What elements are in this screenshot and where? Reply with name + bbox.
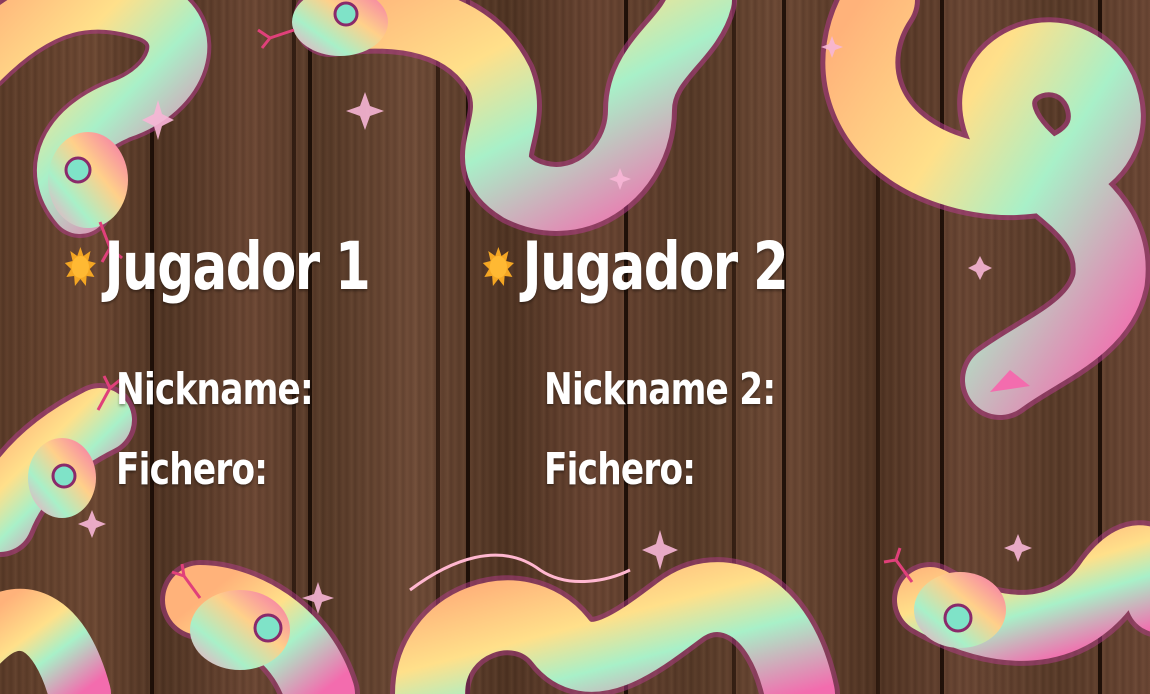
snake-decorations <box>0 0 1150 694</box>
snake-icon <box>390 553 840 694</box>
snake-icon <box>0 560 360 694</box>
snake-icon <box>883 520 1150 666</box>
snake-icon <box>257 0 737 236</box>
player1-title: Jugador 1 <box>104 228 371 305</box>
player2-heading: Jugador 2 <box>482 228 789 305</box>
player1-nickname-label: Nickname: <box>116 364 314 415</box>
sun-icon <box>64 246 96 286</box>
snake-icon <box>820 0 1150 420</box>
game-setup-screen: Jugador 1 Jugador 2 Nickname: Fichero: N… <box>0 0 1150 694</box>
player2-nickname-label: Nickname 2: <box>544 364 776 415</box>
player2-file-label: Fichero: <box>544 444 696 495</box>
snake-icon <box>0 0 212 263</box>
player2-title: Jugador 2 <box>522 228 789 305</box>
snake-icon <box>0 375 137 557</box>
player1-heading: Jugador 1 <box>64 228 371 305</box>
player1-file-label: Fichero: <box>116 444 268 495</box>
sun-icon <box>482 246 514 286</box>
